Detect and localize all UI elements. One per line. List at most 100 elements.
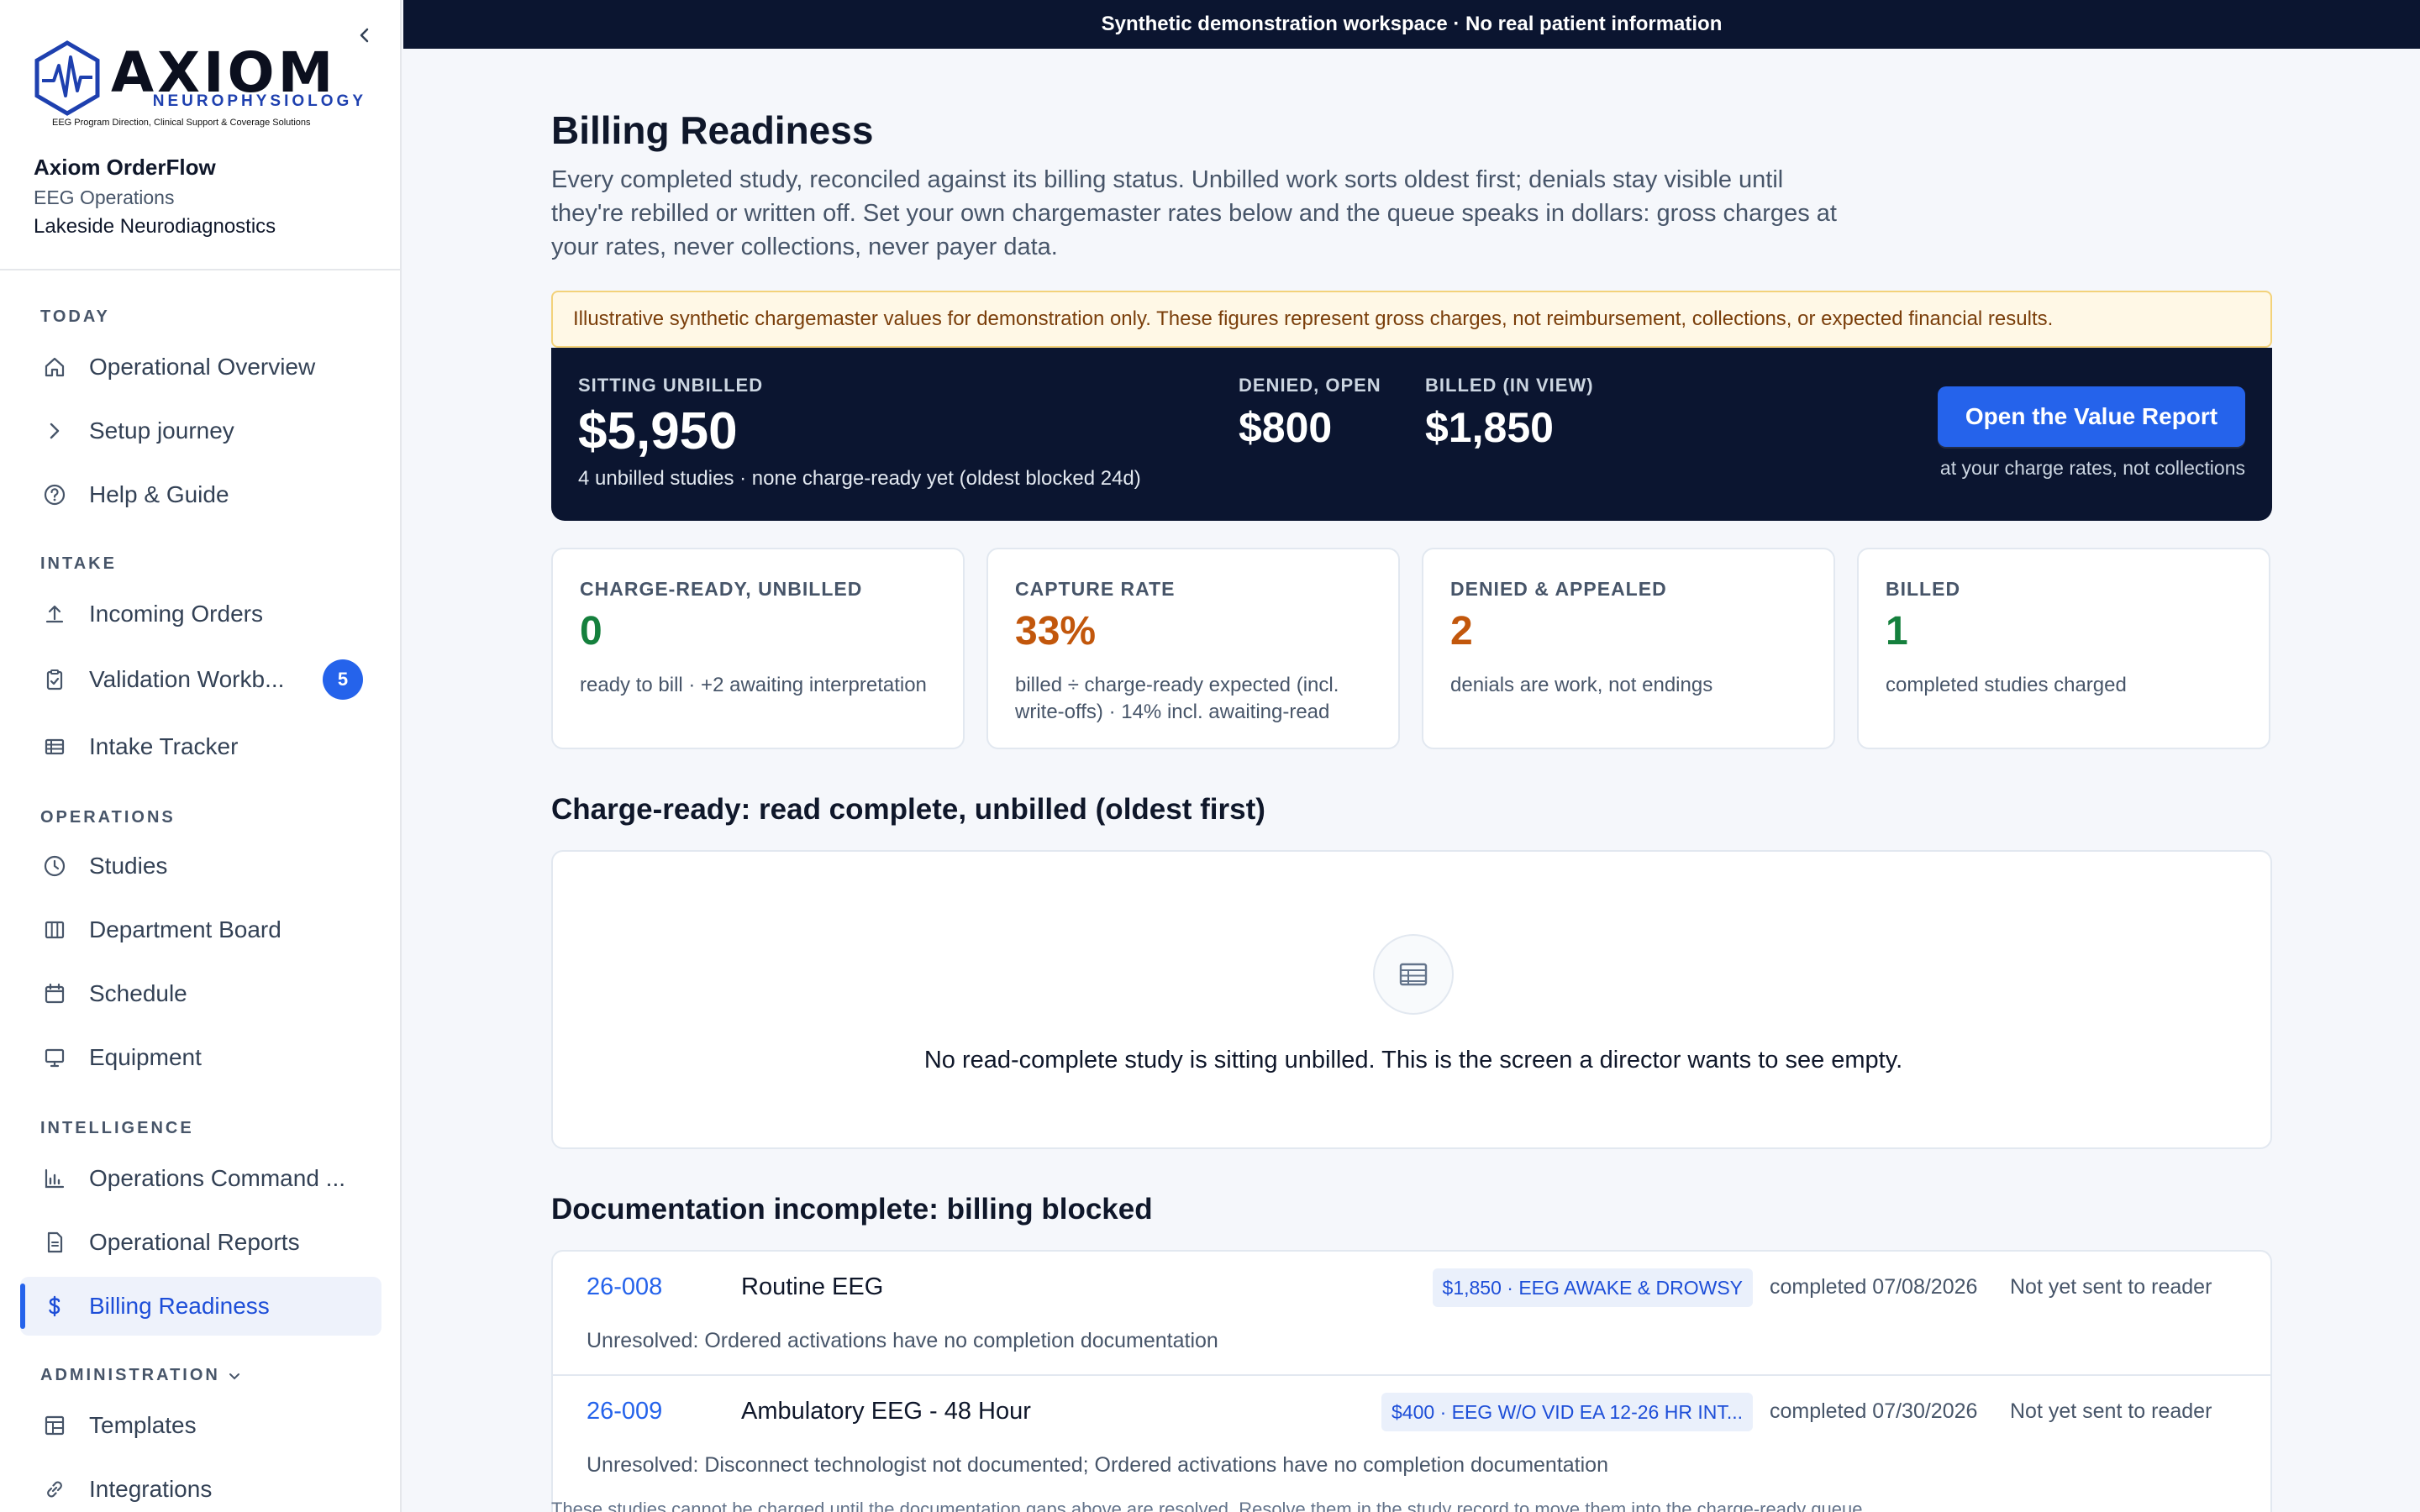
app-name: Axiom OrderFlow (34, 155, 216, 180)
sidebar-item-schedule[interactable]: Schedule (20, 964, 381, 1023)
synthetic-data-warning: Illustrative synthetic chargemaster valu… (551, 291, 2272, 348)
unbilled-subtext: 4 unbilled studies · none charge-ready y… (578, 467, 1141, 490)
nav-section-operations: OPERATIONS (40, 808, 176, 827)
columns-icon (42, 917, 67, 942)
billed-in-view-value: $1,850 (1425, 404, 1554, 451)
sidebar-item-department-board[interactable]: Department Board (20, 900, 381, 959)
kpi-subtext: billed ÷ charge-ready expected (incl. wr… (1015, 674, 1339, 723)
nav-section-intake: INTAKE (40, 554, 117, 573)
denied-open-value: $800 (1239, 404, 1333, 451)
sidebar-item-studies[interactable]: Studies (20, 837, 381, 895)
blocked-studies-list: 26-008 Routine EEG $1,850 · EEG AWAKE & … (551, 1250, 2272, 1512)
monitor-icon (42, 1045, 67, 1070)
kpi-subtext: completed studies charged (1886, 674, 2127, 696)
sidebar-item-equipment[interactable]: Equipment (20, 1028, 381, 1087)
kpi-card-charge-ready: CHARGE-READY, UNBILLED 0 ready to bill ·… (551, 548, 965, 749)
sidebar-item-operational-reports[interactable]: Operational Reports (20, 1213, 381, 1272)
kpi-label: CAPTURE RATE (1015, 578, 1176, 600)
unresolved-note: Unresolved: Disconnect technologist not … (587, 1453, 1608, 1477)
kpi-card-billed: BILLED 1 completed studies charged (1857, 548, 2270, 749)
unbilled-label: SITTING UNBILLED (578, 375, 764, 396)
study-id-link[interactable]: 26-009 (587, 1398, 662, 1425)
sidebar-item-label: Validation Workb... (89, 666, 285, 692)
kpi-value: 33% (1015, 609, 1097, 654)
kpi-cards: CHARGE-READY, UNBILLED 0 ready to bill ·… (551, 548, 2272, 749)
sidebar-item-label: Intake Tracker (89, 733, 239, 759)
page-description: Every completed study, reconciled agains… (551, 166, 1837, 260)
sidebar-item-label: Studies (89, 853, 168, 879)
collapse-sidebar-button[interactable] (353, 24, 376, 47)
kpi-label: BILLED (1886, 578, 1961, 600)
sidebar-item-label: Help & Guide (89, 481, 229, 507)
study-name: Ambulatory EEG - 48 Hour (741, 1398, 1031, 1425)
nav-section-administration[interactable]: ADMINISTRATION (40, 1366, 242, 1385)
chevron-left-icon (360, 28, 369, 43)
reader-status: Not yet sent to reader (2010, 1399, 2212, 1423)
brand-tagline: EEG Program Direction, Clinical Support … (52, 118, 311, 128)
kpi-subtext: denials are work, not endings (1450, 674, 1713, 696)
empty-state-message: No read-complete study is sitting unbill… (923, 1047, 1903, 1074)
sidebar-item-operations-command[interactable]: Operations Command ... (20, 1149, 381, 1208)
sidebar-item-billing-readiness[interactable]: Billing Readiness (20, 1277, 381, 1336)
open-value-report-button[interactable]: Open the Value Report (1938, 386, 2245, 447)
logo-mark-icon (34, 40, 100, 116)
table-icon (1373, 934, 1454, 1015)
nav-section-intelligence: INTELLIGENCE (40, 1119, 194, 1137)
reader-status: Not yet sent to reader (2010, 1275, 2212, 1299)
kpi-value: 1 (1886, 609, 1908, 654)
calendar-icon (42, 981, 67, 1006)
sidebar-item-templates[interactable]: Templates (20, 1396, 381, 1455)
validation-count-badge: 5 (323, 659, 363, 700)
sidebar-item-label: Department Board (89, 916, 281, 942)
table-icon (42, 734, 67, 759)
brand-subtitle: NEUROPHYSIOLOGY (152, 92, 366, 110)
sidebar-item-validation-workbench[interactable]: Validation Workb... 5 (20, 650, 381, 709)
layout-icon (42, 1413, 67, 1438)
bar-chart-icon (42, 1166, 67, 1191)
study-name: Routine EEG (741, 1273, 884, 1300)
nav-section-label: ADMINISTRATION (40, 1366, 220, 1384)
kpi-subtext: ready to bill · +2 awaiting interpretati… (580, 674, 927, 696)
documentation-incomplete-title: Documentation incomplete: billing blocke… (551, 1193, 1153, 1226)
sidebar: AXIOM NEUROPHYSIOLOGY EEG Program Direct… (0, 0, 402, 1512)
sidebar-item-label: Operational Reports (89, 1229, 300, 1255)
sidebar-item-intake-tracker[interactable]: Intake Tracker (20, 717, 381, 776)
brand-logo: AXIOM NEUROPHYSIOLOGY EEG Program Direct… (34, 40, 363, 134)
kpi-card-capture-rate: CAPTURE RATE 33% billed ÷ charge-ready e… (986, 548, 1400, 749)
kpi-label: CHARGE-READY, UNBILLED (580, 578, 863, 600)
upload-icon (42, 601, 67, 627)
chevron-right-icon (42, 418, 67, 444)
sidebar-item-label: Integrations (89, 1476, 213, 1502)
study-id-link[interactable]: 26-008 (587, 1273, 662, 1301)
sidebar-item-label: Equipment (89, 1044, 202, 1070)
sidebar-item-incoming-orders[interactable]: Incoming Orders (20, 585, 381, 643)
sidebar-divider (0, 269, 402, 270)
sidebar-item-label: Incoming Orders (89, 601, 263, 627)
site-name: Lakeside Neurodiagnostics (34, 215, 276, 238)
sidebar-item-label: Operational Overview (89, 354, 316, 380)
sidebar-item-label: Billing Readiness (89, 1293, 270, 1319)
unresolved-note: Unresolved: Ordered activations have no … (587, 1329, 1218, 1352)
sidebar-item-setup-journey[interactable]: Setup journey (20, 402, 381, 460)
kpi-label: DENIED & APPEALED (1450, 578, 1667, 600)
sidebar-item-operational-overview[interactable]: Operational Overview (20, 338, 381, 396)
denied-open-label: DENIED, OPEN (1239, 375, 1381, 396)
blocked-footnote: These studies cannot be charged until th… (551, 1499, 1868, 1512)
clipboard-check-icon (42, 667, 67, 692)
unbilled-value: $5,950 (578, 402, 738, 460)
page-title: Billing Readiness (551, 108, 874, 152)
table-row[interactable]: 26-009 Ambulatory EEG - 48 Hour $400 · E… (553, 1374, 2270, 1497)
billing-summary-panel: SITTING UNBILLED $5,950 4 unbilled studi… (551, 348, 2272, 521)
sidebar-item-integrations[interactable]: Integrations (20, 1460, 381, 1512)
sidebar-item-label: Operations Command ... (89, 1165, 346, 1191)
nav-section-today: TODAY (40, 307, 110, 326)
sidebar-item-help-guide[interactable]: Help & Guide (20, 465, 381, 524)
kpi-card-denied-appealed: DENIED & APPEALED 2 denials are work, no… (1422, 548, 1835, 749)
value-report-note: at your charge rates, not collections (1939, 457, 2245, 479)
table-row[interactable]: 26-008 Routine EEG $1,850 · EEG AWAKE & … (553, 1252, 2270, 1374)
sidebar-item-label: Templates (89, 1412, 197, 1438)
kpi-value: 2 (1450, 609, 1473, 654)
clock-icon (42, 853, 67, 879)
chevron-down-icon (229, 1373, 239, 1379)
dollar-icon (42, 1294, 67, 1319)
